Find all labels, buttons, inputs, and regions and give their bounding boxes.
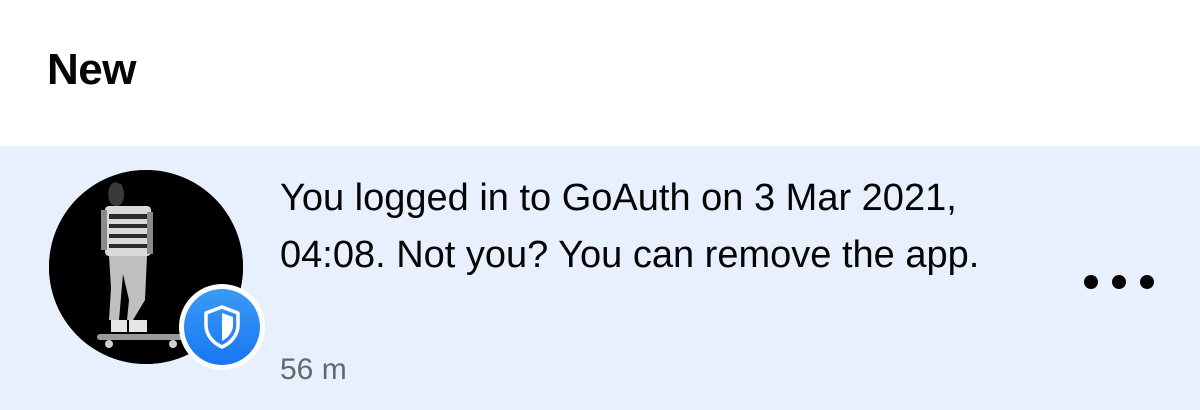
notification-message: You logged in to GoAuth on 3 Mar 2021, 0…: [280, 177, 980, 276]
notification-item[interactable]: You logged in to GoAuth on 3 Mar 2021, 0…: [0, 146, 1200, 410]
more-horizontal-icon: [1140, 275, 1154, 289]
more-options-button[interactable]: [1084, 264, 1154, 300]
more-horizontal-icon: [1084, 275, 1098, 289]
section-title: New: [47, 45, 136, 94]
notification-time: 56 m: [280, 353, 347, 386]
notifications-screen: New You logged in to GoAuth on 3 Mar 202…: [0, 0, 1200, 410]
more-horizontal-icon: [1112, 275, 1126, 289]
shield-icon: [184, 289, 260, 365]
security-badge: [179, 284, 265, 370]
